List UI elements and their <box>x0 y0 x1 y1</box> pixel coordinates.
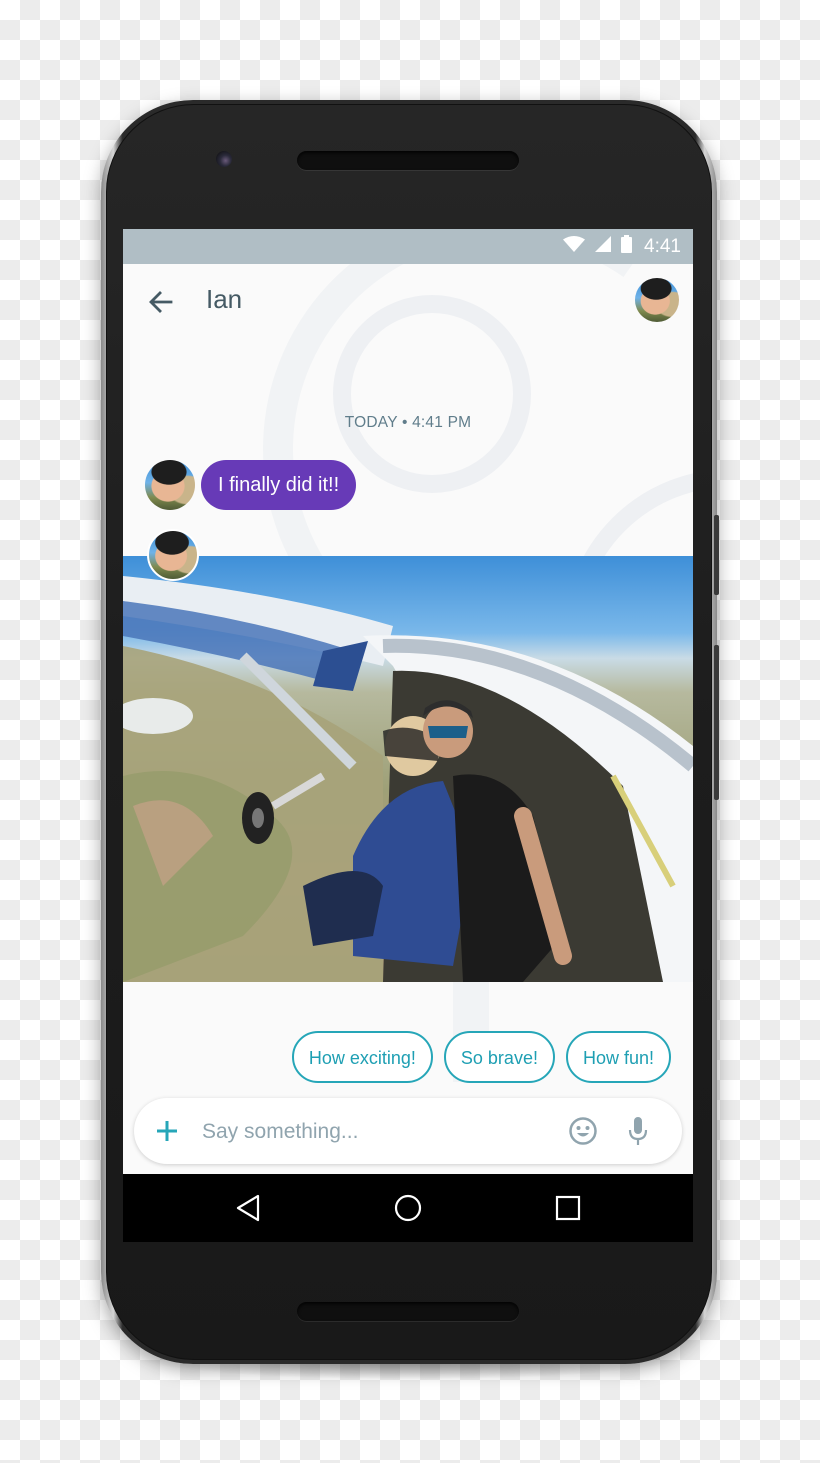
contact-avatar[interactable] <box>635 278 679 322</box>
app-bar: Ian <box>123 264 693 339</box>
phone-screen: 4:41 Ian TODAY • 4:41 PM I finally did i… <box>123 229 693 1242</box>
emoji-button[interactable] <box>568 1116 598 1146</box>
smart-reply-suggestions: How exciting! So brave! How fun! <box>291 1031 671 1083</box>
microphone-icon <box>628 1117 648 1145</box>
nav-home-icon <box>394 1194 422 1222</box>
sender-avatar <box>145 460 195 510</box>
message-row: I finally did it!! <box>145 460 357 510</box>
plus-icon <box>157 1121 177 1141</box>
conversation-timestamp: TODAY • 4:41 PM <box>344 414 472 431</box>
wifi-icon <box>563 236 586 257</box>
nav-recents-icon <box>555 1195 581 1221</box>
sender-avatar <box>147 529 199 581</box>
battery-icon <box>621 235 633 258</box>
emoji-icon <box>569 1117 597 1145</box>
navigation-bar <box>123 1174 693 1242</box>
compose-bar <box>134 1098 682 1164</box>
status-time: 4:41 <box>644 235 681 257</box>
nav-back-icon <box>236 1194 260 1222</box>
volume-button <box>714 645 719 800</box>
add-attachment-button[interactable] <box>154 1118 180 1144</box>
smart-reply-chip[interactable]: How fun! <box>565 1031 671 1083</box>
smart-reply-chip[interactable]: How exciting! <box>291 1031 433 1083</box>
bottom-speaker <box>297 1302 519 1321</box>
voice-input-button[interactable] <box>627 1115 649 1147</box>
nav-recents-button[interactable] <box>552 1192 584 1224</box>
back-button[interactable] <box>145 286 177 318</box>
contact-name: Ian <box>206 284 243 314</box>
power-button <box>714 515 719 595</box>
status-bar: 4:41 <box>123 229 693 264</box>
shared-photo[interactable] <box>123 556 693 982</box>
nav-home-button[interactable] <box>392 1192 424 1224</box>
front-camera <box>216 151 232 167</box>
skydiving-photo-illustration <box>123 576 693 982</box>
cellular-signal-icon <box>595 236 612 257</box>
arrow-back-icon <box>149 291 173 313</box>
nav-back-button[interactable] <box>232 1192 264 1224</box>
message-input[interactable] <box>200 1112 554 1152</box>
message-bubble[interactable]: I finally did it!! <box>201 460 357 510</box>
smart-reply-chip[interactable]: So brave! <box>443 1031 555 1083</box>
top-speaker <box>297 151 519 170</box>
